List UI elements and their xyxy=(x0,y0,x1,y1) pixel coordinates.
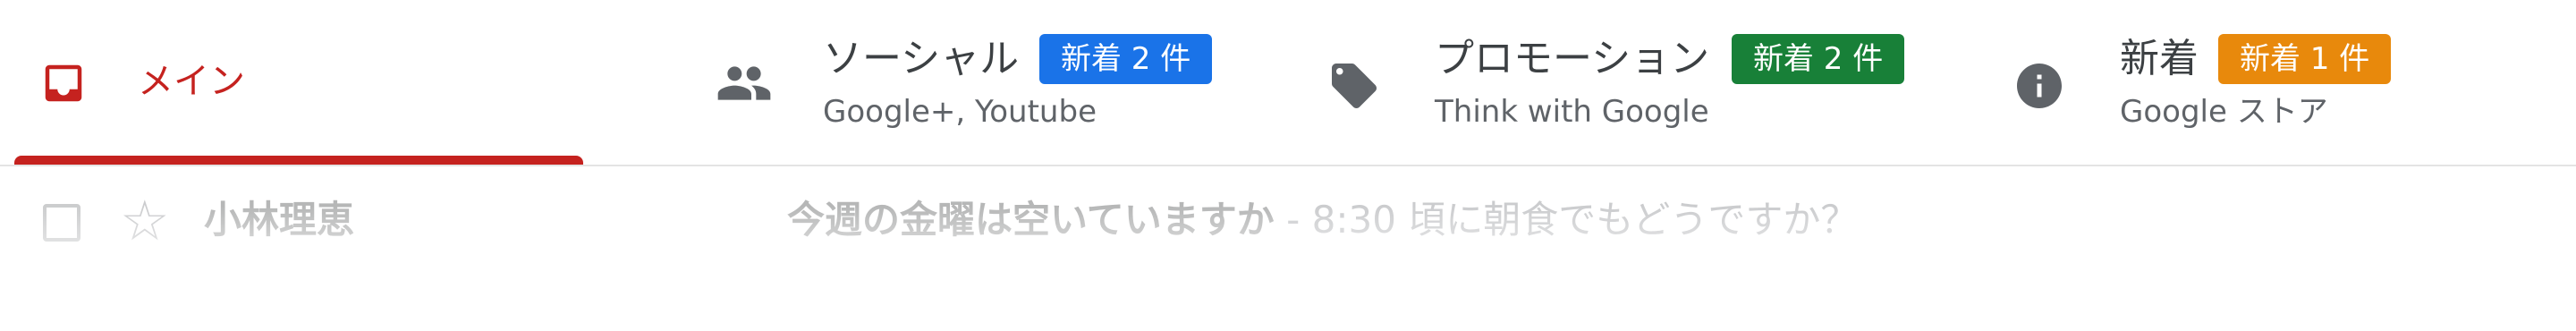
tab-social[interactable]: ソーシャル 新着 2 件 Google+, Youtube xyxy=(716,0,1342,165)
people-icon xyxy=(716,59,773,107)
tab-updates-subtitle: Google ストア xyxy=(2120,94,2328,130)
tab-primary[interactable]: メイン xyxy=(14,0,583,165)
tag-icon xyxy=(1327,59,1385,108)
inbox-view: メイン ソーシャル 新着 2 件 Google+, Youtube プロモーショ… xyxy=(0,0,2576,331)
selected-tab-indicator xyxy=(14,156,583,165)
updates-new-badge: 新着 1 件 xyxy=(2218,34,2392,84)
tab-social-subtitle: Google+, Youtube xyxy=(823,94,1097,130)
fade-overlay xyxy=(0,206,2576,331)
tab-updates[interactable]: 新着 新着 1 件 Google ストア xyxy=(2012,0,2576,165)
promotions-new-badge: 新着 2 件 xyxy=(1732,34,1905,84)
tab-updates-label: 新着 xyxy=(2120,36,2199,81)
tab-social-label: ソーシャル xyxy=(823,36,1020,81)
category-tab-bar: メイン ソーシャル 新着 2 件 Google+, Youtube プロモーショ… xyxy=(0,0,2576,166)
tab-promotions[interactable]: プロモーション 新着 2 件 Think with Google xyxy=(1327,0,1953,165)
tab-primary-label: メイン xyxy=(138,61,245,102)
tab-promotions-label: プロモーション xyxy=(1435,36,1710,81)
tab-promotions-subtitle: Think with Google xyxy=(1435,94,1709,130)
inbox-icon xyxy=(39,59,88,107)
social-new-badge: 新着 2 件 xyxy=(1039,34,1213,84)
info-icon xyxy=(2012,59,2070,108)
